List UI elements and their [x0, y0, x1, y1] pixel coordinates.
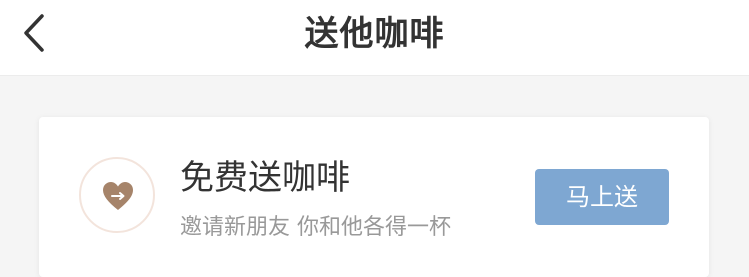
- send-now-button[interactable]: 马上送: [535, 169, 669, 225]
- heart-arrow-icon: [103, 182, 133, 210]
- gift-avatar: [79, 157, 155, 233]
- page-title: 送他咖啡: [304, 14, 445, 54]
- card-title: 免费送咖啡: [180, 158, 350, 198]
- free-coffee-card: 免费送咖啡 邀请新朋友 你和他各得一杯 马上送: [39, 117, 709, 277]
- card-subtitle: 邀请新朋友 你和他各得一杯: [180, 215, 451, 240]
- navigation-bar: 送他咖啡: [0, 0, 749, 76]
